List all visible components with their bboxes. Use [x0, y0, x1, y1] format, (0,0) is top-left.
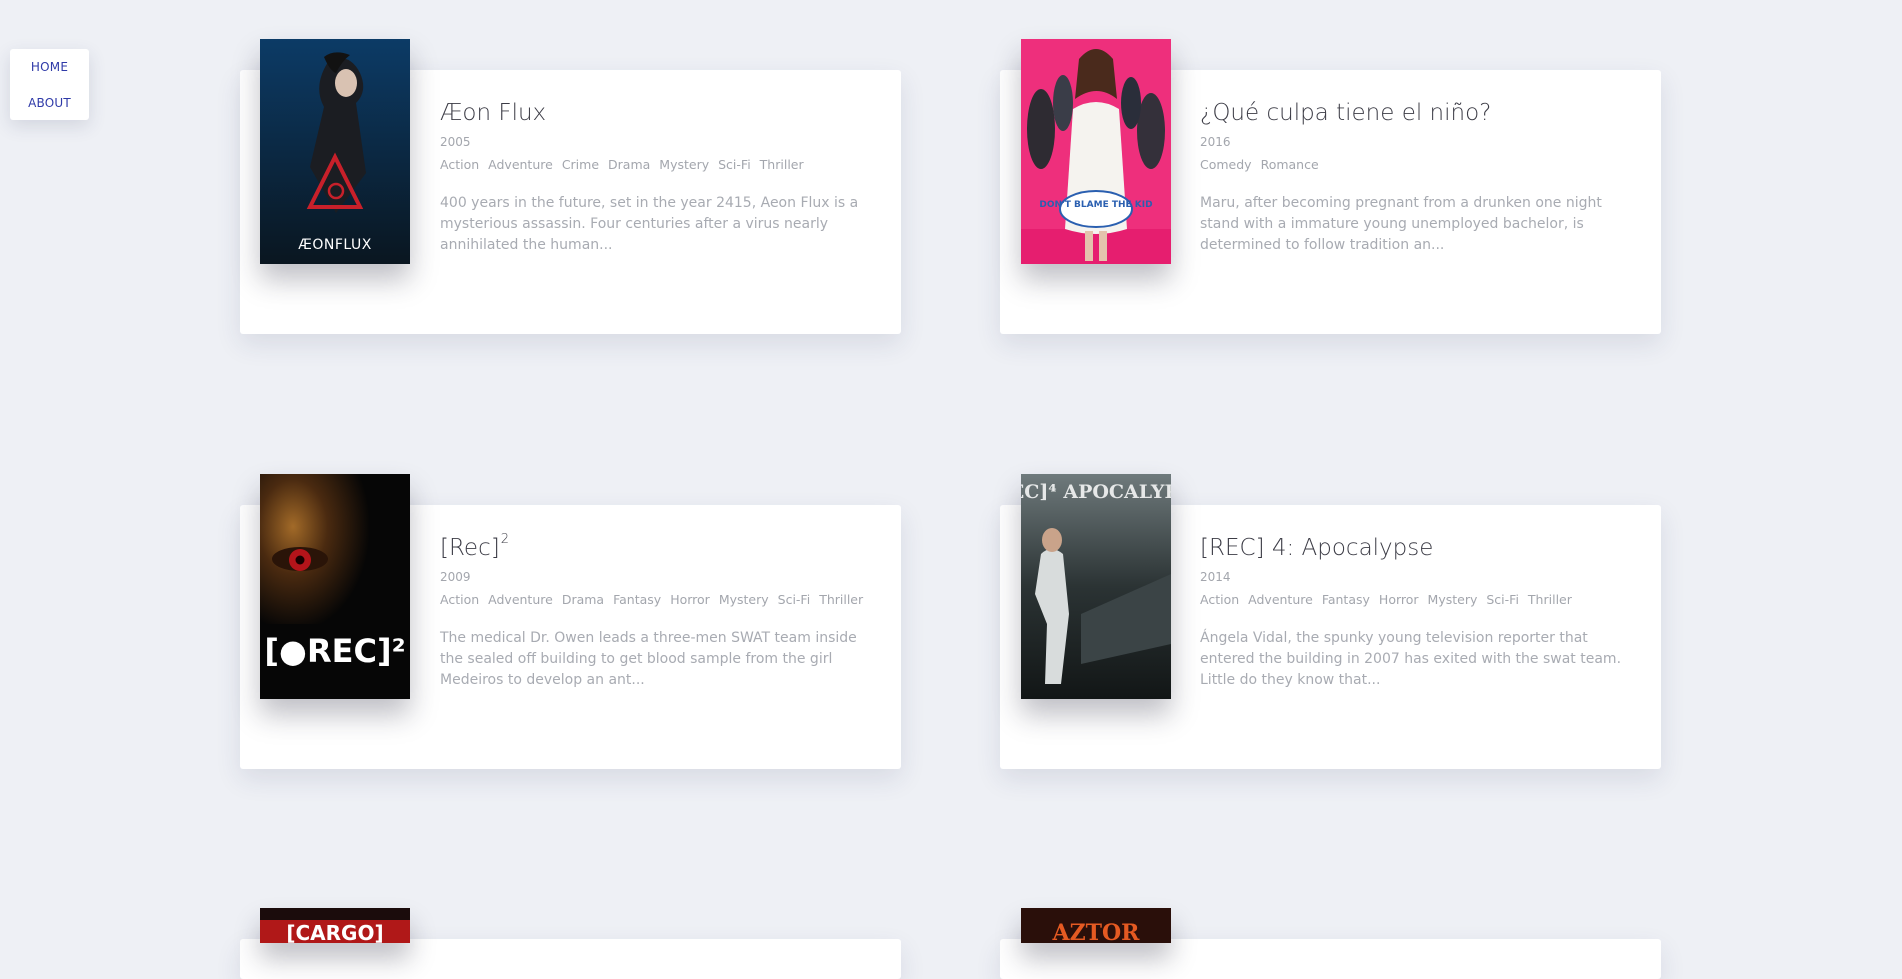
poster-art: DON'T BLAME THE KID	[1021, 39, 1171, 264]
genre-tag: Sci-Fi	[777, 592, 811, 607]
movie-card[interactable]	[1000, 939, 1661, 979]
nav-menu: HOME ABOUT	[10, 49, 89, 120]
genre-tag: Sci-Fi	[1486, 592, 1519, 607]
genre-tag: Fantasy	[613, 592, 662, 607]
movie-year: 2009	[440, 570, 471, 584]
poster-art: [REC]⁴ APOCALYPSE	[1021, 474, 1171, 699]
movie-title[interactable]: [Rec]2	[440, 525, 880, 563]
genre-tag: Sci-Fi	[718, 157, 751, 172]
poster-logo-text: [●REC]²	[264, 632, 405, 670]
movie-genres: Action Adventure Drama Fantasy Horror Mystery…	[440, 592, 880, 608]
movie-poster[interactable]: DON'T BLAME THE KID	[1021, 39, 1171, 264]
movie-poster[interactable]: [●REC]²	[260, 474, 410, 699]
genre-tag: Thriller	[819, 592, 864, 607]
movie-poster[interactable]: ÆONFLUX	[260, 39, 410, 264]
movie-description: Ángela Vidal, the spunky young televisio…	[1200, 630, 1622, 688]
poster-art: [CARGO]	[260, 908, 410, 943]
genre-tag: Drama	[561, 592, 605, 607]
movie-poster[interactable]: [REC]⁴ APOCALYPSE	[1021, 474, 1171, 699]
poster-art: [●REC]²	[260, 474, 410, 699]
poster-art: AZTOR	[1021, 908, 1171, 943]
genre-tag: Horror	[1378, 592, 1419, 607]
movie-year: 2005	[440, 135, 471, 149]
movie-title[interactable]: ¿Qué culpa tiene el niño?	[1200, 90, 1640, 128]
movie-card[interactable]	[240, 939, 901, 979]
genre-tag: Comedy	[1200, 157, 1252, 172]
genre-tag: Horror	[670, 592, 710, 607]
genre-tag: Mystery	[1427, 592, 1478, 607]
genre-tag: Crime	[561, 157, 600, 172]
movie-description: 400 years in the future, set in the year…	[440, 195, 859, 253]
genre-tag: Thriller	[759, 157, 804, 172]
genre-tag: Drama	[608, 157, 651, 172]
poster-logo-text: [CARGO]	[286, 921, 383, 943]
movie-genres: Comedy Romance	[1200, 157, 1640, 173]
movie-title[interactable]: Æon Flux	[440, 90, 880, 128]
movie-description: Maru, after becoming pregnant from a dru…	[1200, 195, 1602, 253]
nav-about-link[interactable]: ABOUT	[10, 96, 89, 110]
movie-poster[interactable]: [CARGO]	[260, 908, 410, 943]
movie-title[interactable]: [REC] 4: Apocalypse	[1200, 525, 1640, 563]
movie-genres: Action Adventure Fantasy Horror Mystery Sci-F…	[1200, 592, 1640, 608]
genre-tag: Adventure	[488, 592, 553, 607]
poster-logo-text: AZTOR	[1052, 920, 1141, 943]
genre-tag: Romance	[1260, 157, 1319, 172]
genre-tag: Action	[1200, 592, 1240, 607]
genre-tag: Action	[440, 592, 480, 607]
poster-logo-text: [REC]⁴ APOCALYPSE	[1021, 481, 1171, 503]
poster-art: ÆONFLUX	[260, 39, 410, 264]
movie-genres: Action Adventure Crime Drama Mystery Sci-Fi Th…	[440, 157, 880, 173]
nav-home-link[interactable]: HOME	[10, 60, 89, 74]
movie-poster[interactable]: AZTOR	[1021, 908, 1171, 943]
genre-tag: Adventure	[488, 157, 553, 172]
genre-tag: Adventure	[1248, 592, 1313, 607]
poster-logo-text: ÆONFLUX	[298, 237, 372, 253]
poster-logo-text: DON'T BLAME THE KID	[1039, 200, 1152, 210]
genre-tag: Mystery	[718, 592, 769, 607]
movie-description: The medical Dr. Owen leads a three-men S…	[440, 630, 857, 688]
movie-year: 2014	[1200, 570, 1231, 584]
genre-tag: Fantasy	[1321, 592, 1370, 607]
genre-tag: Mystery	[659, 157, 710, 172]
genre-tag: Action	[440, 157, 480, 172]
movie-year: 2016	[1200, 135, 1231, 149]
genre-tag: Thriller	[1527, 592, 1572, 607]
